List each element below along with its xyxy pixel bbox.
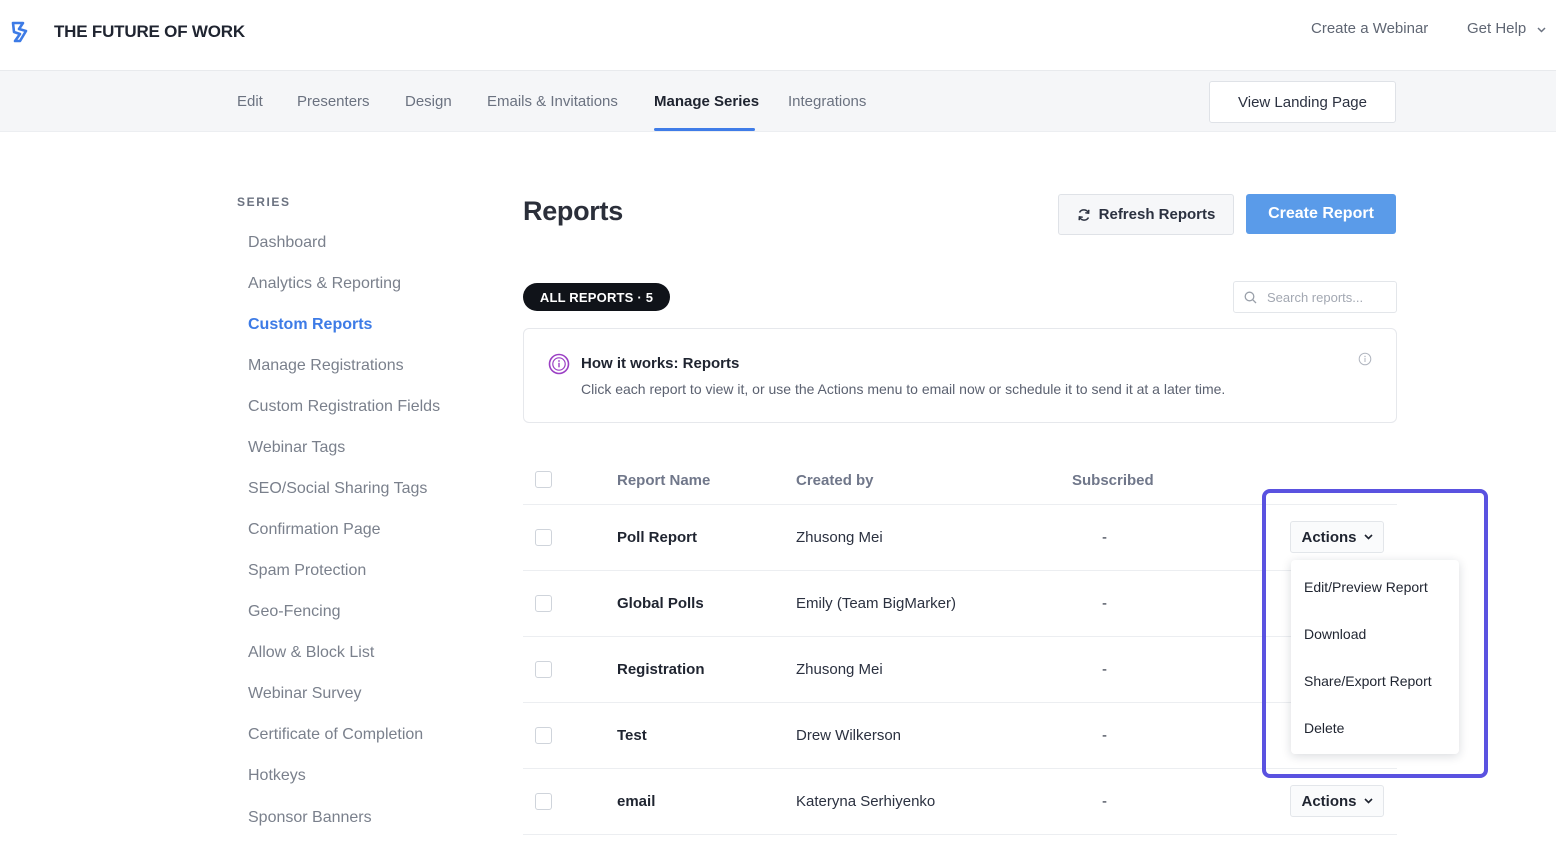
chevron-down-icon	[1363, 534, 1373, 540]
report-name[interactable]: Registration	[617, 661, 705, 678]
report-name[interactable]: Test	[617, 727, 647, 744]
actions-dropdown-menu: Edit/Preview Report Download Share/Expor…	[1291, 560, 1459, 754]
chevron-down-icon	[1363, 798, 1373, 804]
menu-item-share-export[interactable]: Share/Export Report	[1304, 673, 1432, 689]
sidebar-item-webinar-tags[interactable]: Webinar Tags	[248, 439, 345, 457]
refresh-reports-label: Refresh Reports	[1098, 206, 1216, 223]
report-created-by: Drew Wilkerson	[796, 727, 902, 744]
report-subscribed: -	[1102, 529, 1107, 546]
tab-emails-invitations[interactable]: Emails & Invitations	[487, 93, 618, 110]
report-name[interactable]: Poll Report	[617, 529, 697, 546]
row-checkbox[interactable]	[535, 529, 552, 546]
info-box: How it works: Reports Click each report …	[523, 328, 1397, 423]
sidebar-item-hotkeys[interactable]: Hotkeys	[248, 767, 306, 785]
report-created-by: Emily (Team BigMarker)	[796, 595, 957, 612]
sidebar-item-sponsor-banners[interactable]: Sponsor Banners	[248, 809, 372, 827]
column-header-created-by: Created by	[796, 472, 874, 489]
sidebar-item-custom-reports[interactable]: Custom Reports	[248, 316, 372, 334]
sidebar-item-dashboard[interactable]: Dashboard	[248, 234, 326, 252]
select-all-checkbox[interactable]	[535, 471, 552, 488]
divider	[523, 702, 1397, 703]
divider	[523, 834, 1397, 835]
sidebar-item-custom-registration-fields[interactable]: Custom Registration Fields	[248, 398, 440, 416]
get-help-link[interactable]: Get Help	[1467, 20, 1526, 37]
report-created-by: Zhusong Mei	[796, 661, 883, 678]
menu-item-delete[interactable]: Delete	[1304, 720, 1344, 736]
report-name[interactable]: email	[617, 793, 655, 810]
sidebar-item-geo-fencing[interactable]: Geo-Fencing	[248, 603, 341, 621]
active-tab-indicator	[654, 128, 755, 131]
sidebar-section-label: SERIES	[237, 195, 291, 209]
report-subscribed: -	[1102, 727, 1107, 744]
refresh-reports-button[interactable]: Refresh Reports	[1058, 194, 1234, 235]
report-subscribed: -	[1102, 661, 1107, 678]
all-reports-filter[interactable]: ALL REPORTS · 5	[523, 283, 670, 311]
actions-label: Actions	[1301, 528, 1357, 546]
row-checkbox[interactable]	[535, 727, 552, 744]
info-icon[interactable]	[1358, 352, 1372, 366]
report-subscribed: -	[1102, 793, 1107, 810]
report-created-by: Kateryna Serhiyenko	[796, 793, 936, 810]
sidebar-item-manage-registrations[interactable]: Manage Registrations	[248, 357, 404, 375]
divider	[523, 636, 1397, 637]
info-circle-icon	[548, 353, 570, 375]
divider	[523, 504, 1397, 505]
tab-presenters[interactable]: Presenters	[297, 93, 370, 110]
chevron-down-icon[interactable]	[1537, 27, 1546, 33]
search-input[interactable]	[1267, 289, 1377, 305]
tab-manage-series[interactable]: Manage Series	[654, 93, 759, 110]
sidebar-item-confirmation-page[interactable]: Confirmation Page	[248, 521, 381, 539]
series-nav: Edit Presenters Design Emails & Invitati…	[0, 71, 1556, 132]
create-webinar-link[interactable]: Create a Webinar	[1311, 20, 1428, 37]
row-checkbox[interactable]	[535, 661, 552, 678]
sidebar-item-certificate[interactable]: Certificate of Completion	[248, 726, 423, 744]
sidebar-item-allow-block-list[interactable]: Allow & Block List	[248, 644, 374, 662]
actions-label: Actions	[1301, 792, 1357, 810]
tab-design[interactable]: Design	[405, 93, 452, 110]
sidebar-item-analytics[interactable]: Analytics & Reporting	[248, 275, 401, 293]
report-name[interactable]: Global Polls	[617, 595, 704, 612]
brand-logo-icon[interactable]	[10, 20, 34, 44]
column-header-subscribed: Subscribed	[1072, 472, 1154, 489]
brand-name: THE FUTURE OF WORK	[54, 22, 245, 41]
report-created-by: Zhusong Mei	[796, 529, 883, 546]
top-header: THE FUTURE OF WORK Create a Webinar Get …	[0, 0, 1556, 71]
sidebar-item-seo-tags[interactable]: SEO/Social Sharing Tags	[248, 480, 427, 498]
create-report-button[interactable]: Create Report	[1246, 194, 1396, 234]
menu-item-download[interactable]: Download	[1304, 626, 1366, 642]
tab-edit[interactable]: Edit	[237, 93, 263, 110]
info-title: How it works: Reports	[581, 355, 740, 372]
actions-button[interactable]: Actions	[1290, 521, 1384, 553]
sidebar-item-webinar-survey[interactable]: Webinar Survey	[248, 685, 362, 703]
search-icon	[1244, 291, 1257, 303]
menu-item-edit-preview[interactable]: Edit/Preview Report	[1304, 579, 1428, 595]
column-header-report-name: Report Name	[617, 472, 711, 489]
page-title: Reports	[523, 196, 623, 226]
sidebar-item-spam-protection[interactable]: Spam Protection	[248, 562, 366, 580]
row-checkbox[interactable]	[535, 595, 552, 612]
view-landing-page-button[interactable]: View Landing Page	[1209, 81, 1396, 123]
row-checkbox[interactable]	[535, 793, 552, 810]
actions-button[interactable]: Actions	[1290, 785, 1384, 817]
search-box[interactable]	[1233, 281, 1397, 313]
tab-integrations[interactable]: Integrations	[788, 93, 866, 110]
report-subscribed: -	[1102, 595, 1107, 612]
refresh-icon	[1078, 208, 1090, 221]
divider	[523, 768, 1397, 769]
info-text: Click each report to view it, or use the…	[581, 381, 1226, 397]
divider	[523, 570, 1397, 571]
